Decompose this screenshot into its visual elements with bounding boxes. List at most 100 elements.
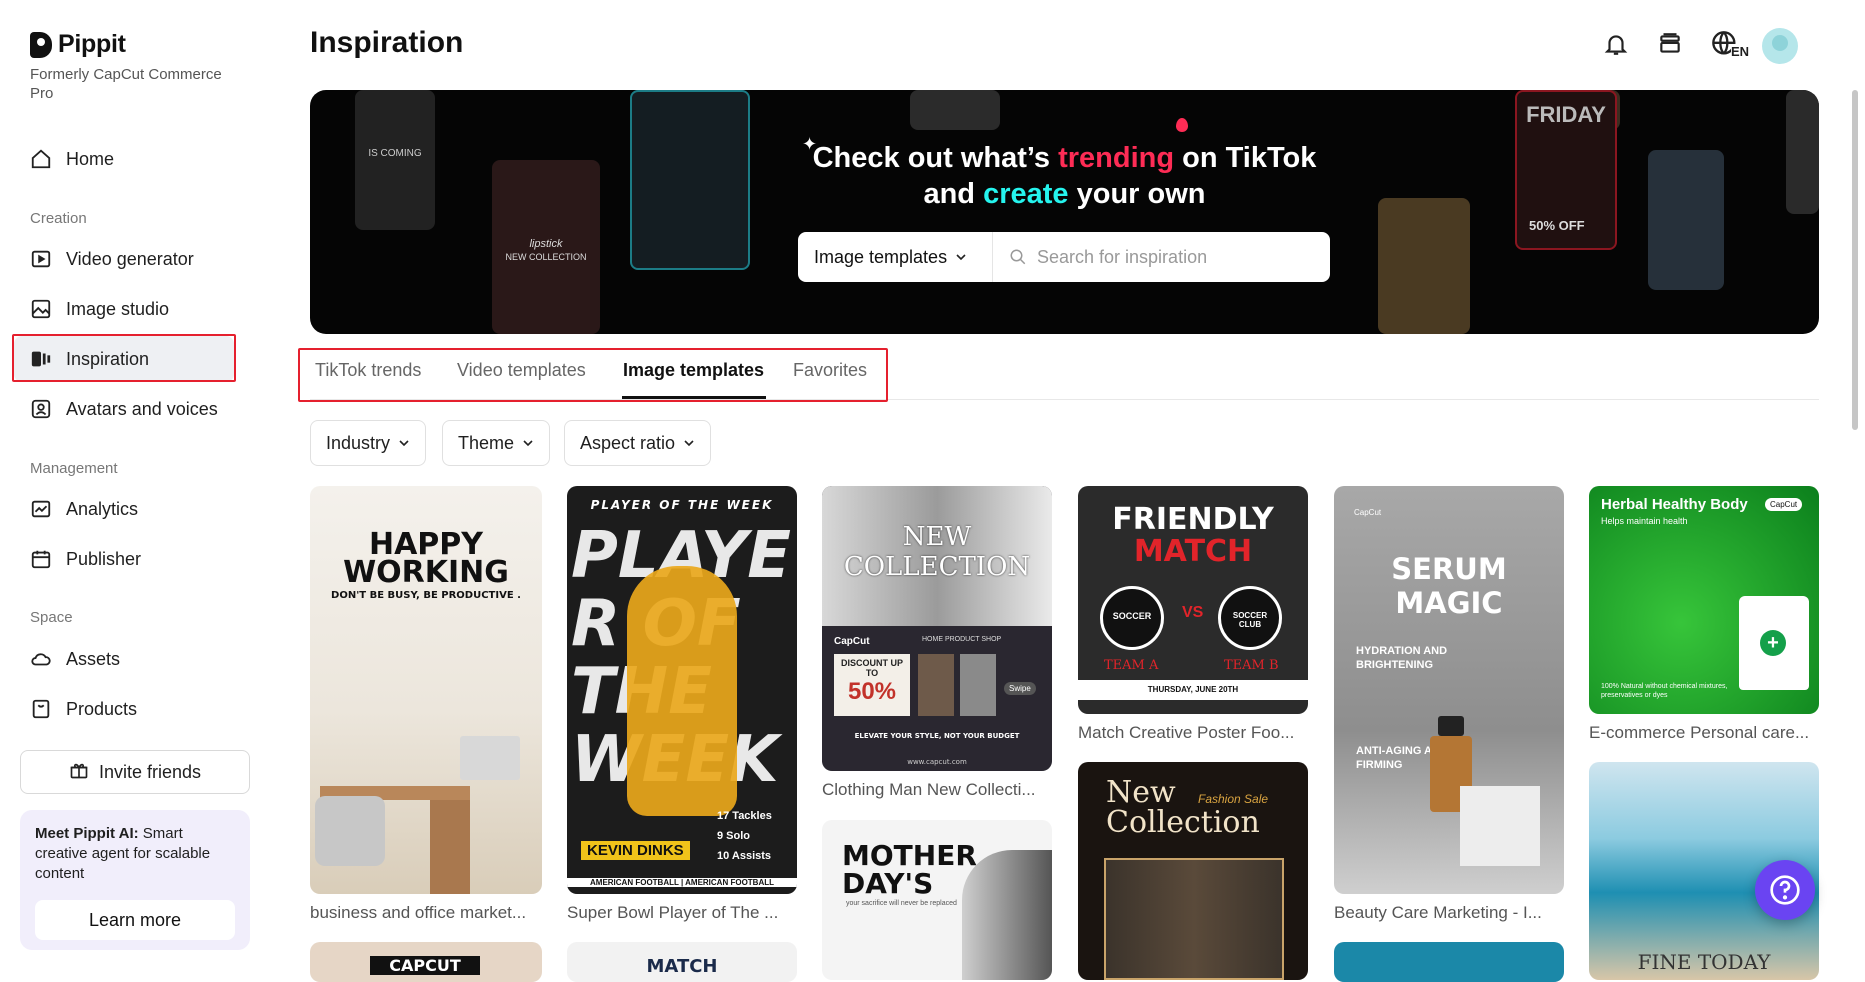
sidebar-item-label: Home [66, 148, 115, 169]
card-url: www.capcut.com [907, 758, 967, 766]
desk-leg-shape [430, 800, 470, 894]
filter-theme[interactable]: Theme [442, 420, 551, 466]
card-caption: business and office market... [310, 903, 527, 922]
learn-more-button[interactable]: Learn more [35, 900, 235, 940]
search-input[interactable]: Search for inspiration [993, 232, 1330, 282]
template-card-player-of-week[interactable]: PLAYER OF THE WEEK PLAYER OF THE WEEK KE… [567, 486, 797, 894]
bottle-cap-shape [1438, 716, 1464, 736]
invite-friends-button[interactable]: Invite friends [20, 750, 250, 794]
card-caption: Beauty Care Marketing - I... [1334, 903, 1542, 922]
sidebar-item-avatars[interactable]: Avatars and voices [30, 391, 218, 427]
banner-headline: Check out what’s trending on TikTok and … [812, 142, 1317, 210]
card-caption: Match Creative Poster Foo... [1078, 723, 1295, 742]
tab-bar: TikTok trends Video templates Image temp… [310, 350, 1819, 400]
card-caption: Clothing Man New Collecti... [822, 780, 1036, 799]
cloud-icon [30, 648, 52, 670]
card-headline: FINE TODAY [1637, 950, 1771, 974]
inspiration-icon [30, 348, 52, 370]
section-management: Management [30, 460, 118, 477]
card-caption: E-commerce Personal care... [1589, 723, 1810, 742]
question-icon [1770, 875, 1800, 905]
help-button[interactable] [1755, 860, 1815, 920]
match-date: THURSDAY, JUNE 20TH [1078, 680, 1308, 700]
chair-shape [315, 796, 385, 866]
tab-video-templates[interactable]: Video templates [457, 360, 586, 381]
card-subline: Helps maintain health [1601, 516, 1688, 526]
invite-label: Invite friends [98, 761, 202, 782]
card-headline: MATCH [646, 956, 718, 977]
template-card-new-collection[interactable]: NEW COLLECTION CapCut HOME PRODUCT SHOP … [822, 486, 1052, 771]
template-card-fashion-collection[interactable]: New Collection Fashion Sale [1078, 762, 1308, 980]
hero-banner: IS COMING lipstick NEW COLLECTION FRIDAY… [310, 90, 1819, 334]
template-card-happy-working[interactable]: HAPPY WORKING DON'T BE BUSY, BE PRODUCTI… [310, 486, 542, 894]
section-creation: Creation [30, 210, 87, 227]
card-headline: New Collection [1106, 775, 1260, 840]
logo[interactable]: Pippit [30, 30, 126, 59]
search-placeholder: Search for inspiration [1037, 246, 1208, 267]
sidebar-item-home[interactable]: Home [30, 141, 114, 177]
filter-industry[interactable]: Industry [310, 420, 427, 466]
card-headline: Herbal Healthy Body [1601, 496, 1748, 513]
filter-label: Industry [326, 432, 391, 453]
sidebar-item-label: Image studio [66, 298, 170, 319]
filter-label: Aspect ratio [580, 432, 676, 453]
podium-shape [1460, 786, 1540, 866]
tab-tiktok-trends[interactable]: TikTok trends [315, 360, 421, 381]
pippit-logo-icon [30, 31, 52, 58]
sidebar-item-analytics[interactable]: Analytics [30, 491, 138, 527]
chevron-down-icon [523, 440, 533, 447]
language-switcher[interactable]: EN [1708, 28, 1752, 60]
analytics-icon [30, 498, 52, 520]
sidebar-item-label: Video generator [66, 248, 194, 269]
section-space: Space [30, 609, 73, 626]
template-card-herbal-body[interactable]: Herbal Healthy Body Helps maintain healt… [1589, 486, 1819, 714]
template-card-serum-magic[interactable]: CapCut SERUM MAGIC HYDRATION AND BRIGHTE… [1334, 486, 1564, 894]
sidebar-item-label: Publisher [66, 548, 142, 569]
search-category-value: Image templates [814, 246, 948, 267]
card-headline: NEW COLLECTION [843, 522, 1031, 582]
sidebar-item-video-generator[interactable]: Video generator [30, 241, 194, 277]
card-nav: HOME PRODUCT SHOP [922, 636, 1002, 643]
promo-card: Meet Pippit AI: Smart creative agent for… [20, 810, 250, 950]
product-photo [918, 654, 954, 716]
tab-favorites[interactable]: Favorites [793, 360, 867, 381]
card-footer: 100% Natural without chemical mixtures, … [1601, 683, 1728, 699]
layers-icon[interactable] [1654, 28, 1686, 60]
card-subline: your sacrifice will never be replaced [846, 900, 957, 907]
sidebar-item-label: Inspiration [66, 348, 150, 369]
card-brand-badge: CapCut [1765, 498, 1803, 511]
drop-icon [1176, 118, 1188, 132]
template-card-blue[interactable] [1334, 942, 1564, 982]
page-title: Inspiration [310, 26, 464, 59]
template-card-friendly-match[interactable]: FRIENDLY MATCH SOCCER VS SOCCER CLUB TEA… [1078, 486, 1308, 714]
avatar-voice-icon [30, 398, 52, 420]
template-card-mothers-day[interactable]: MOTHER DAY'S your sacrifice will never be… [822, 820, 1052, 980]
search-category-select[interactable]: Image templates [798, 232, 993, 282]
portrait-shape [962, 850, 1052, 980]
bell-icon[interactable] [1600, 28, 1632, 60]
deco-image [910, 90, 1000, 130]
sidebar-item-products[interactable]: Products [30, 691, 137, 727]
language-code: EN [1730, 43, 1750, 59]
search-bar: Image templates Search for inspiration [798, 232, 1330, 282]
scrollbar[interactable] [1852, 90, 1858, 430]
sidebar-item-publisher[interactable]: Publisher [30, 541, 141, 577]
card-headline: FRIENDLY [1112, 502, 1274, 537]
template-card-capcut[interactable]: CAPCUT [310, 942, 542, 982]
template-card-match[interactable]: MATCH [567, 942, 797, 982]
app-name: Pippit [58, 30, 126, 58]
filter-aspect-ratio[interactable]: Aspect ratio [564, 420, 712, 466]
avatar[interactable] [1762, 28, 1798, 64]
image-studio-icon [30, 298, 52, 320]
sidebar-item-image-studio[interactable]: Image studio [30, 291, 169, 327]
sidebar-item-inspiration[interactable]: Inspiration [30, 341, 149, 377]
player-stats: 17 Tackles 9 Solo 10 Assists [717, 810, 772, 862]
player-shape [627, 566, 737, 816]
bottle-shape: + [1739, 596, 1809, 690]
sidebar-item-label: Avatars and voices [66, 398, 218, 419]
tab-image-templates[interactable]: Image templates [623, 360, 764, 381]
sidebar: Pippit Formerly CapCut Commerce Pro Home… [0, 0, 250, 969]
swipe-chip: Swipe [1004, 682, 1036, 695]
sidebar-item-label: Products [66, 698, 138, 719]
sidebar-item-assets[interactable]: Assets [30, 641, 120, 677]
